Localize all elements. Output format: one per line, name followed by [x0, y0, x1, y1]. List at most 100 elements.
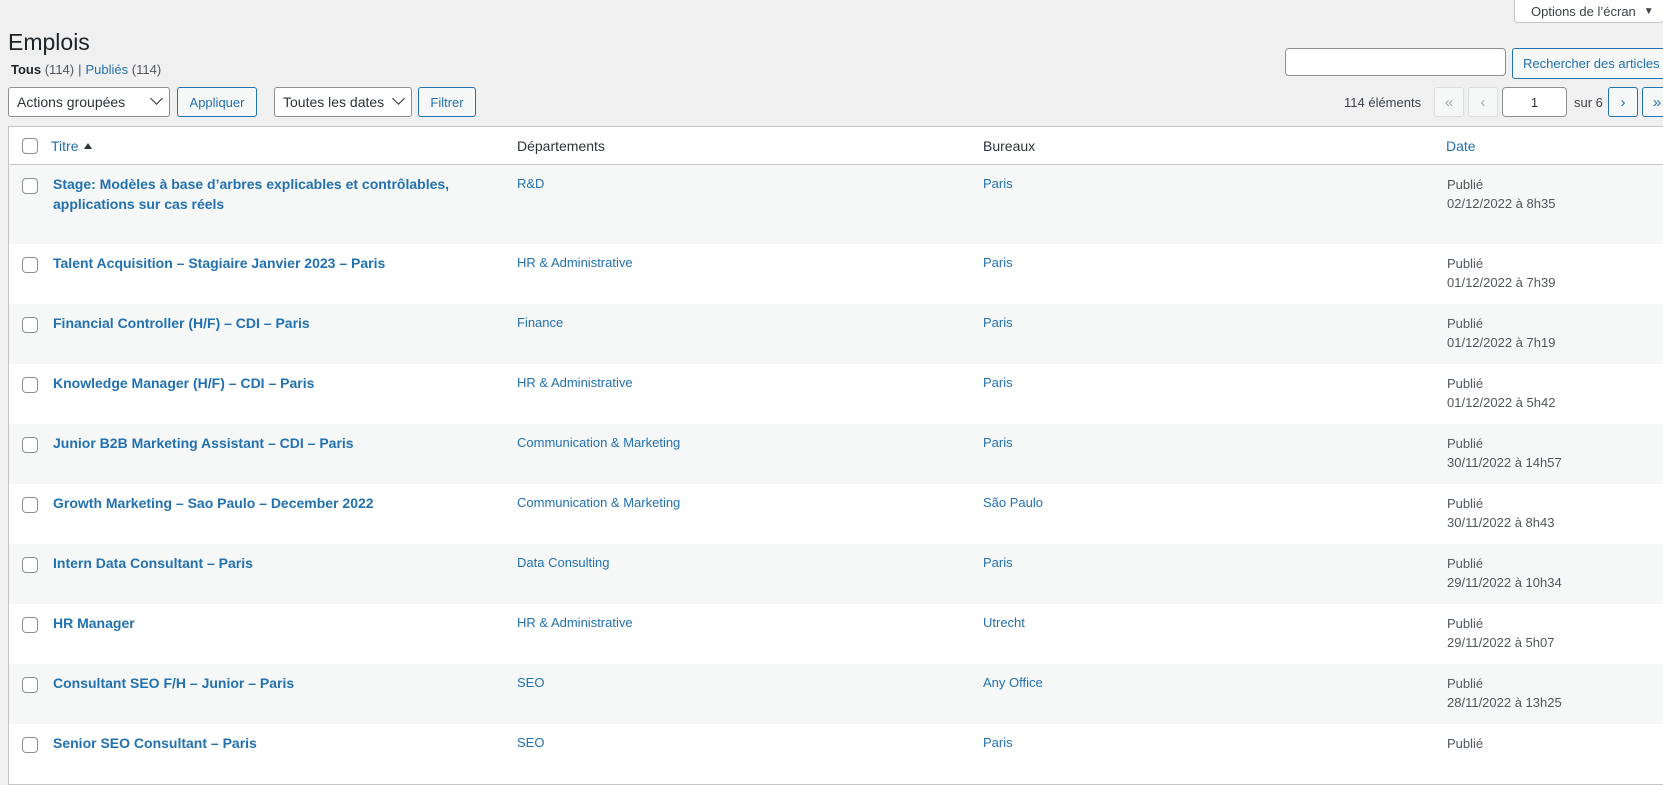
row-checkbox[interactable] [22, 737, 38, 753]
job-title-link[interactable]: Intern Data Consultant – Paris [53, 553, 483, 573]
office-link[interactable]: Paris [983, 255, 1013, 270]
last-page-button[interactable]: » [1642, 87, 1663, 117]
table-row: Junior B2B Marketing Assistant – CDI – P… [9, 424, 1663, 484]
table-row: Growth Marketing – Sao Paulo – December … [9, 484, 1663, 544]
department-link[interactable]: HR & Administrative [517, 375, 633, 390]
chevron-down-icon [392, 92, 405, 105]
office-link[interactable]: São Paulo [983, 495, 1043, 510]
department-link[interactable]: R&D [517, 176, 544, 191]
chevron-down-icon [150, 92, 163, 105]
column-title-sort[interactable]: Titre [51, 138, 93, 154]
status-label: Publié [1447, 496, 1484, 511]
date-value: 30/11/2022 à 14h57 [1447, 455, 1562, 470]
office-link[interactable]: Paris [983, 176, 1013, 191]
table-row: Senior SEO Consultant – Paris SEO Paris Pub… [9, 724, 1663, 784]
row-checkbox[interactable] [22, 317, 38, 333]
table-row: Consultant SEO F/H – Junior – Paris SEO An… [9, 664, 1663, 724]
row-checkbox[interactable] [22, 257, 38, 273]
department-link[interactable]: Communication & Marketing [517, 435, 680, 450]
status-label: Publié [1447, 376, 1484, 391]
apply-button[interactable]: Appliquer [177, 87, 257, 117]
select-all-checkbox[interactable] [22, 138, 38, 154]
job-title-link[interactable]: Talent Acquisition – Stagiaire Janvier 2… [53, 253, 483, 273]
row-checkbox[interactable] [22, 617, 38, 633]
office-link[interactable]: Paris [983, 735, 1013, 750]
date-cell: Publié 02/12/2022 à 8h35 [1447, 175, 1555, 213]
screen-options-label: Options de l’écran [1531, 3, 1636, 19]
next-page-button[interactable]: › [1608, 87, 1638, 117]
table-body: Stage: Modèles à base d’arbres explicabl… [9, 165, 1663, 784]
table-row: Stage: Modèles à base d’arbres explicabl… [9, 165, 1663, 244]
dates-select[interactable]: Toutes les dates [274, 87, 412, 117]
status-label: Publié [1447, 676, 1484, 691]
date-cell: Publié 01/12/2022 à 7h39 [1447, 254, 1555, 292]
office-link[interactable]: Paris [983, 315, 1013, 330]
job-title-link[interactable]: Knowledge Manager (H/F) – CDI – Paris [53, 373, 483, 393]
row-checkbox[interactable] [22, 557, 38, 573]
screen-options-button[interactable]: Options de l’écran ▼ [1514, 0, 1663, 23]
search-button[interactable]: Rechercher des articles [1512, 48, 1663, 79]
date-value: 01/12/2022 à 7h19 [1447, 335, 1556, 350]
date-cell: Publié 29/11/2022 à 10h34 [1447, 554, 1562, 592]
current-page-input[interactable]: 1 [1502, 87, 1567, 117]
status-label: Publié [1447, 616, 1484, 631]
row-checkbox[interactable] [22, 178, 38, 194]
office-link[interactable]: Paris [983, 555, 1013, 570]
jobs-table: Titre Départements Bureaux Date Stage: M… [8, 126, 1663, 785]
department-link[interactable]: Communication & Marketing [517, 495, 680, 510]
table-row: Financial Controller (H/F) – CDI – Paris… [9, 304, 1663, 364]
view-published[interactable]: Publiés (114) [86, 62, 162, 77]
date-value: 30/11/2022 à 8h43 [1447, 515, 1555, 530]
bulk-actions-select[interactable]: Actions groupées [8, 87, 170, 117]
prev-page-button: ‹ [1468, 87, 1498, 117]
status-label: Publié [1447, 316, 1484, 331]
date-cell: Publié 30/11/2022 à 14h57 [1447, 434, 1562, 472]
row-checkbox[interactable] [22, 497, 38, 513]
date-value: 01/12/2022 à 7h39 [1447, 275, 1556, 290]
department-link[interactable]: SEO [517, 735, 544, 750]
department-link[interactable]: HR & Administrative [517, 615, 633, 630]
department-link[interactable]: HR & Administrative [517, 255, 633, 270]
status-label: Publié [1447, 177, 1484, 192]
column-offices: Bureaux [983, 138, 1036, 154]
column-departments: Départements [517, 138, 605, 154]
date-value: 02/12/2022 à 8h35 [1447, 196, 1556, 211]
table-row: Knowledge Manager (H/F) – CDI – Paris HR … [9, 364, 1663, 424]
office-link[interactable]: Paris [983, 435, 1013, 450]
status-label: Publié [1447, 556, 1484, 571]
job-title-link[interactable]: Stage: Modèles à base d’arbres explicabl… [53, 174, 483, 214]
office-link[interactable]: Utrecht [983, 615, 1025, 630]
sort-asc-icon [84, 143, 93, 149]
status-label: Publié [1447, 436, 1484, 451]
department-link[interactable]: SEO [517, 675, 544, 690]
status-label: Publié [1447, 256, 1484, 271]
department-link[interactable]: Finance [517, 315, 563, 330]
first-page-button: « [1434, 87, 1464, 117]
row-checkbox[interactable] [22, 377, 38, 393]
status-label: Publié [1447, 736, 1484, 751]
job-title-link[interactable]: Senior SEO Consultant – Paris [53, 733, 483, 753]
job-title-link[interactable]: Consultant SEO F/H – Junior – Paris [53, 673, 483, 693]
department-link[interactable]: Data Consulting [517, 555, 610, 570]
job-title-link[interactable]: Financial Controller (H/F) – CDI – Paris [53, 313, 483, 333]
search-input[interactable] [1285, 48, 1506, 76]
date-cell: Publié [1447, 734, 1483, 753]
filter-button[interactable]: Filtrer [418, 87, 476, 117]
date-value: 29/11/2022 à 5h07 [1447, 635, 1555, 650]
view-all[interactable]: Tous (114) [11, 62, 74, 77]
column-date-sort[interactable]: Date [1446, 138, 1476, 154]
date-cell: Publié 29/11/2022 à 5h07 [1447, 614, 1554, 652]
job-title-link[interactable]: HR Manager [53, 613, 483, 633]
view-separator: | [78, 62, 82, 77]
row-checkbox[interactable] [22, 677, 38, 693]
office-link[interactable]: Any Office [983, 675, 1043, 690]
date-cell: Publié 01/12/2022 à 5h42 [1447, 374, 1555, 412]
total-pages: sur 6 [1574, 95, 1603, 110]
job-title-link[interactable]: Junior B2B Marketing Assistant – CDI – P… [53, 433, 483, 453]
date-value: 28/11/2022 à 13h25 [1447, 695, 1562, 710]
row-checkbox[interactable] [22, 437, 38, 453]
date-cell: Publié 01/12/2022 à 7h19 [1447, 314, 1555, 352]
job-title-link[interactable]: Growth Marketing – Sao Paulo – December … [53, 493, 483, 513]
items-count: 114 éléments [1344, 95, 1422, 110]
office-link[interactable]: Paris [983, 375, 1013, 390]
